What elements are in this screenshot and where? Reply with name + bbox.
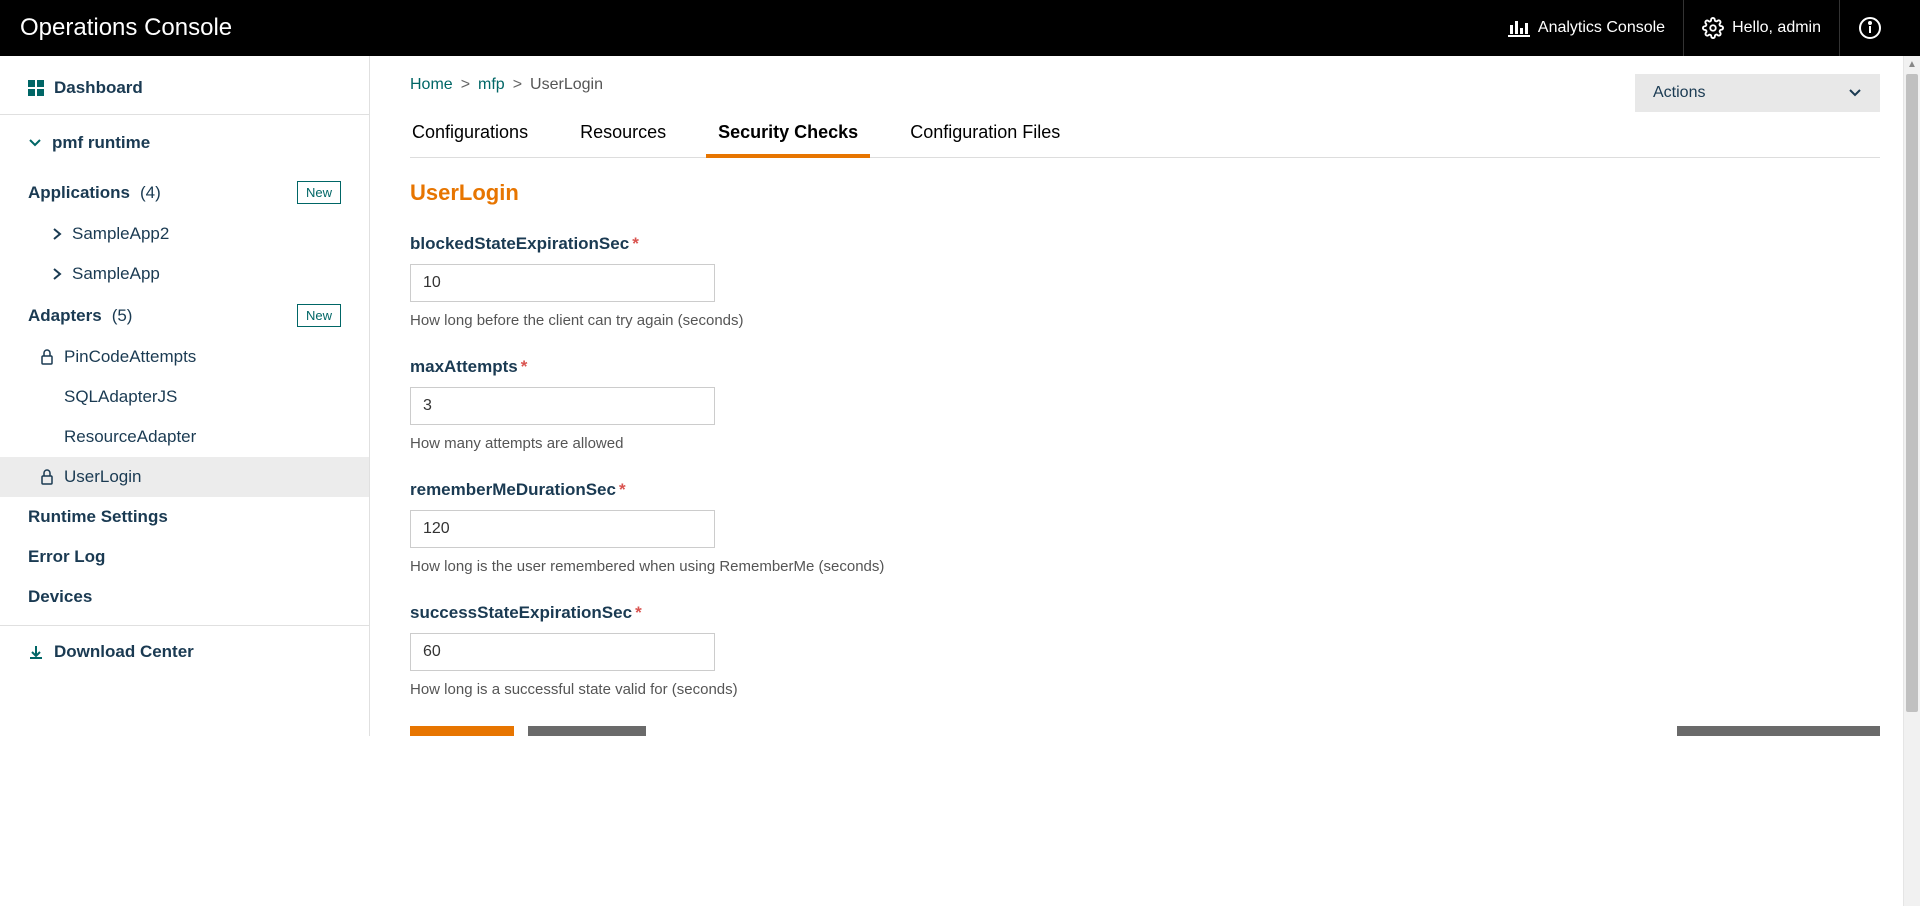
sidebar-adapter-userlogin[interactable]: UserLogin: [0, 457, 369, 497]
info-icon: [1858, 16, 1882, 40]
runtime-settings-label: Runtime Settings: [28, 507, 168, 527]
download-icon: [28, 644, 44, 660]
cancel-button[interactable]: Cancel: [528, 726, 646, 736]
new-application-button[interactable]: New: [297, 181, 341, 204]
breadcrumb-home[interactable]: Home: [410, 76, 453, 94]
field-help: How long is a successful state valid for…: [410, 681, 1880, 698]
error-log-label: Error Log: [28, 547, 105, 567]
breadcrumb-separator: >: [513, 76, 522, 94]
gear-icon: [1702, 17, 1724, 39]
sidebar-app-sampleapp[interactable]: SampleApp: [0, 254, 369, 294]
field-label: maxAttempts*: [410, 357, 1880, 377]
chevron-down-icon: [28, 136, 42, 150]
console-title: Operations Console: [20, 14, 1490, 42]
analytics-console-link[interactable]: Analytics Console: [1490, 0, 1683, 56]
chevron-right-icon: [52, 268, 62, 280]
field-help: How long is the user remembered when usi…: [410, 558, 1880, 575]
scrollbar[interactable]: ▲: [1903, 56, 1920, 906]
sidebar-adapter-sqladapterjs[interactable]: SQLAdapterJS: [0, 377, 369, 417]
field-remembermedurationsec: rememberMeDurationSec* How long is the u…: [410, 480, 1880, 575]
sidebar-adapter-resourceadapter[interactable]: ResourceAdapter: [0, 417, 369, 457]
adapter-label: SQLAdapterJS: [64, 387, 177, 407]
sidebar-dashboard[interactable]: Dashboard: [0, 68, 369, 115]
sidebar-runtime-settings[interactable]: Runtime Settings: [0, 497, 369, 537]
button-row: Save Cancel Restore Default Values: [410, 726, 1880, 736]
applications-label: Applications: [28, 183, 130, 203]
field-help: How many attempts are allowed: [410, 435, 1880, 452]
header-right: Analytics Console Hello, admin: [1490, 0, 1900, 56]
field-maxattempts: maxAttempts* How many attempts are allow…: [410, 357, 1880, 452]
tab-configurations[interactable]: Configurations: [410, 112, 530, 157]
app-label: SampleApp2: [72, 224, 169, 244]
user-greeting[interactable]: Hello, admin: [1683, 0, 1839, 56]
sidebar-adapter-pincodeattempts[interactable]: PinCodeAttempts: [0, 337, 369, 377]
scrollbar-thumb[interactable]: [1906, 74, 1918, 712]
successstateexpirationsec-input[interactable]: [410, 633, 715, 671]
required-marker: *: [632, 234, 639, 253]
adapter-label: UserLogin: [64, 467, 142, 487]
required-marker: *: [619, 480, 626, 499]
bar-chart-icon: [1508, 19, 1530, 37]
scroll-up-arrow[interactable]: ▲: [1904, 56, 1920, 72]
breadcrumb-separator: >: [461, 76, 470, 94]
field-label: successStateExpirationSec*: [410, 603, 1880, 623]
field-successstateexpirationsec: successStateExpirationSec* How long is a…: [410, 603, 1880, 698]
breadcrumb-mfp[interactable]: mfp: [478, 76, 505, 94]
blockedstateexpirationsec-input[interactable]: [410, 264, 715, 302]
actions-label: Actions: [1653, 84, 1705, 102]
maxattempts-input[interactable]: [410, 387, 715, 425]
top-header: Operations Console Analytics Console Hel…: [0, 0, 1920, 56]
main-container: Dashboard pmf runtime Applications (4) N…: [0, 56, 1920, 736]
info-button[interactable]: [1839, 0, 1900, 56]
restore-defaults-button[interactable]: Restore Default Values: [1677, 726, 1880, 736]
page-title: UserLogin: [410, 180, 1880, 206]
sidebar-devices[interactable]: Devices: [0, 577, 369, 617]
greeting-label: Hello, admin: [1732, 19, 1821, 37]
tabs: Configurations Resources Security Checks…: [410, 112, 1880, 158]
dashboard-label: Dashboard: [54, 78, 143, 98]
field-label: rememberMeDurationSec*: [410, 480, 1880, 500]
adapter-label: ResourceAdapter: [64, 427, 196, 447]
sidebar-applications[interactable]: Applications (4) New: [0, 163, 369, 214]
field-blockedstateexpirationsec: blockedStateExpirationSec* How long befo…: [410, 234, 1880, 329]
analytics-label: Analytics Console: [1538, 19, 1665, 37]
tab-security-checks[interactable]: Security Checks: [716, 112, 860, 157]
sidebar-download-center[interactable]: Download Center: [0, 625, 369, 672]
tab-resources[interactable]: Resources: [578, 112, 668, 157]
applications-count: (4): [140, 183, 161, 203]
actions-dropdown[interactable]: Actions: [1635, 74, 1880, 112]
chevron-right-icon: [52, 228, 62, 240]
adapters-count: (5): [112, 306, 133, 326]
required-marker: *: [635, 603, 642, 622]
tab-configuration-files[interactable]: Configuration Files: [908, 112, 1062, 157]
lock-icon: [40, 349, 54, 365]
field-help: How long before the client can try again…: [410, 312, 1880, 329]
field-label: blockedStateExpirationSec*: [410, 234, 1880, 254]
runtime-label: pmf runtime: [52, 133, 150, 153]
download-center-label: Download Center: [54, 642, 194, 662]
sidebar: Dashboard pmf runtime Applications (4) N…: [0, 56, 370, 736]
lock-icon: [40, 469, 54, 485]
sidebar-error-log[interactable]: Error Log: [0, 537, 369, 577]
new-adapter-button[interactable]: New: [297, 304, 341, 327]
app-label: SampleApp: [72, 264, 160, 284]
required-marker: *: [521, 357, 528, 376]
breadcrumb-current: UserLogin: [530, 76, 603, 94]
save-button[interactable]: Save: [410, 726, 514, 736]
adapter-label: PinCodeAttempts: [64, 347, 196, 367]
adapters-label: Adapters: [28, 306, 102, 326]
sidebar-adapters[interactable]: Adapters (5) New: [0, 294, 369, 337]
chevron-down-icon: [1848, 88, 1862, 98]
main-content: Home > mfp > UserLogin Actions Configura…: [370, 56, 1920, 736]
sidebar-app-sampleapp2[interactable]: SampleApp2: [0, 214, 369, 254]
devices-label: Devices: [28, 587, 92, 607]
dashboard-icon: [28, 80, 44, 96]
sidebar-runtime[interactable]: pmf runtime: [0, 123, 369, 163]
remembermedurationsec-input[interactable]: [410, 510, 715, 548]
